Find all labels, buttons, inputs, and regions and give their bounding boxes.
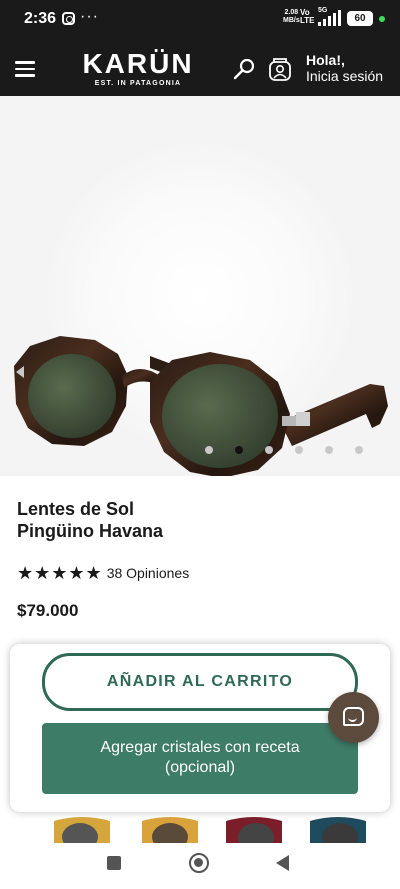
greeting-text: Hola!,: [306, 52, 345, 68]
privacy-indicator-dot: [379, 16, 385, 22]
variant-thumbnail-blue[interactable]: [308, 815, 368, 843]
carousel-dot[interactable]: [295, 446, 303, 454]
variant-thumbnail-amber[interactable]: [140, 815, 200, 843]
network-speed: 2.08 MB/s: [283, 9, 300, 25]
carousel-dot[interactable]: [325, 446, 333, 454]
status-bar: 2:36 ··· 2.08 MB/s Vo LTE 5G 60: [0, 0, 400, 40]
color-variants: [0, 815, 400, 843]
carousel-pagination[interactable]: [0, 446, 400, 456]
battery-icon: 60: [347, 11, 373, 26]
chat-button[interactable]: [328, 692, 379, 743]
system-navigation-bar: [0, 843, 400, 889]
product-image-carousel[interactable]: [0, 96, 400, 476]
product-price: $79.000: [17, 601, 79, 620]
product-rating[interactable]: ★★★★★ 38 Opiniones: [17, 563, 189, 583]
variant-thumbnail-yellow[interactable]: [52, 815, 112, 843]
brand-tagline: EST. IN PATAGONIA: [94, 80, 182, 87]
add-prescription-lenses-button[interactable]: Agregar cristales con receta (opcional): [42, 723, 358, 794]
login-link[interactable]: Hola!, Inicia sesión: [306, 52, 383, 84]
network-speed-unit: MB/s: [283, 17, 300, 24]
volte-bottom: LTE: [300, 16, 315, 25]
add-to-cart-button[interactable]: AÑADIR AL CARRITO: [42, 653, 358, 711]
prescription-label-line1: Agregar cristales con receta: [100, 739, 300, 756]
recent-apps-icon[interactable]: [107, 856, 121, 870]
search-icon[interactable]: [232, 57, 256, 81]
brand-logo[interactable]: KARÜN EST. IN PATAGONIA: [78, 48, 198, 88]
site-header: KARÜN EST. IN PATAGONIA Hola!, Inicia se…: [0, 40, 400, 96]
login-label: Inicia sesión: [306, 68, 384, 84]
product-title-line2: Pingüino Havana: [17, 521, 164, 541]
user-icon[interactable]: [266, 55, 294, 83]
chat-icon: [343, 707, 364, 726]
network-speed-value: 2.08: [284, 9, 299, 16]
sunglasses-image: [14, 336, 388, 476]
brand-name: KARÜN: [82, 48, 194, 79]
carousel-dot[interactable]: [355, 446, 363, 454]
star-rating-icons: ★★★★★: [17, 562, 103, 583]
reviews-count[interactable]: 38 Opiniones: [107, 565, 190, 581]
carousel-dot[interactable]: [265, 446, 273, 454]
more-notifications-icon: ···: [80, 8, 99, 25]
volte-indicator: Vo LTE: [300, 9, 315, 25]
network-type: 5G: [318, 7, 328, 14]
menu-icon[interactable]: [15, 61, 35, 77]
signal-icon: 5G: [318, 7, 344, 26]
product-title: Lentes de Sol Pingüino Havana: [17, 498, 277, 542]
back-icon[interactable]: [276, 855, 289, 871]
variant-thumbnail-red[interactable]: [224, 815, 284, 843]
prescription-label-line2: (opcional): [164, 759, 236, 776]
instagram-icon: [62, 12, 75, 25]
carousel-dot[interactable]: [205, 446, 213, 454]
status-time: 2:36: [24, 10, 57, 27]
home-icon[interactable]: [189, 853, 209, 873]
carousel-dot-active[interactable]: [235, 446, 243, 454]
product-title-line1: Lentes de Sol: [17, 499, 135, 519]
